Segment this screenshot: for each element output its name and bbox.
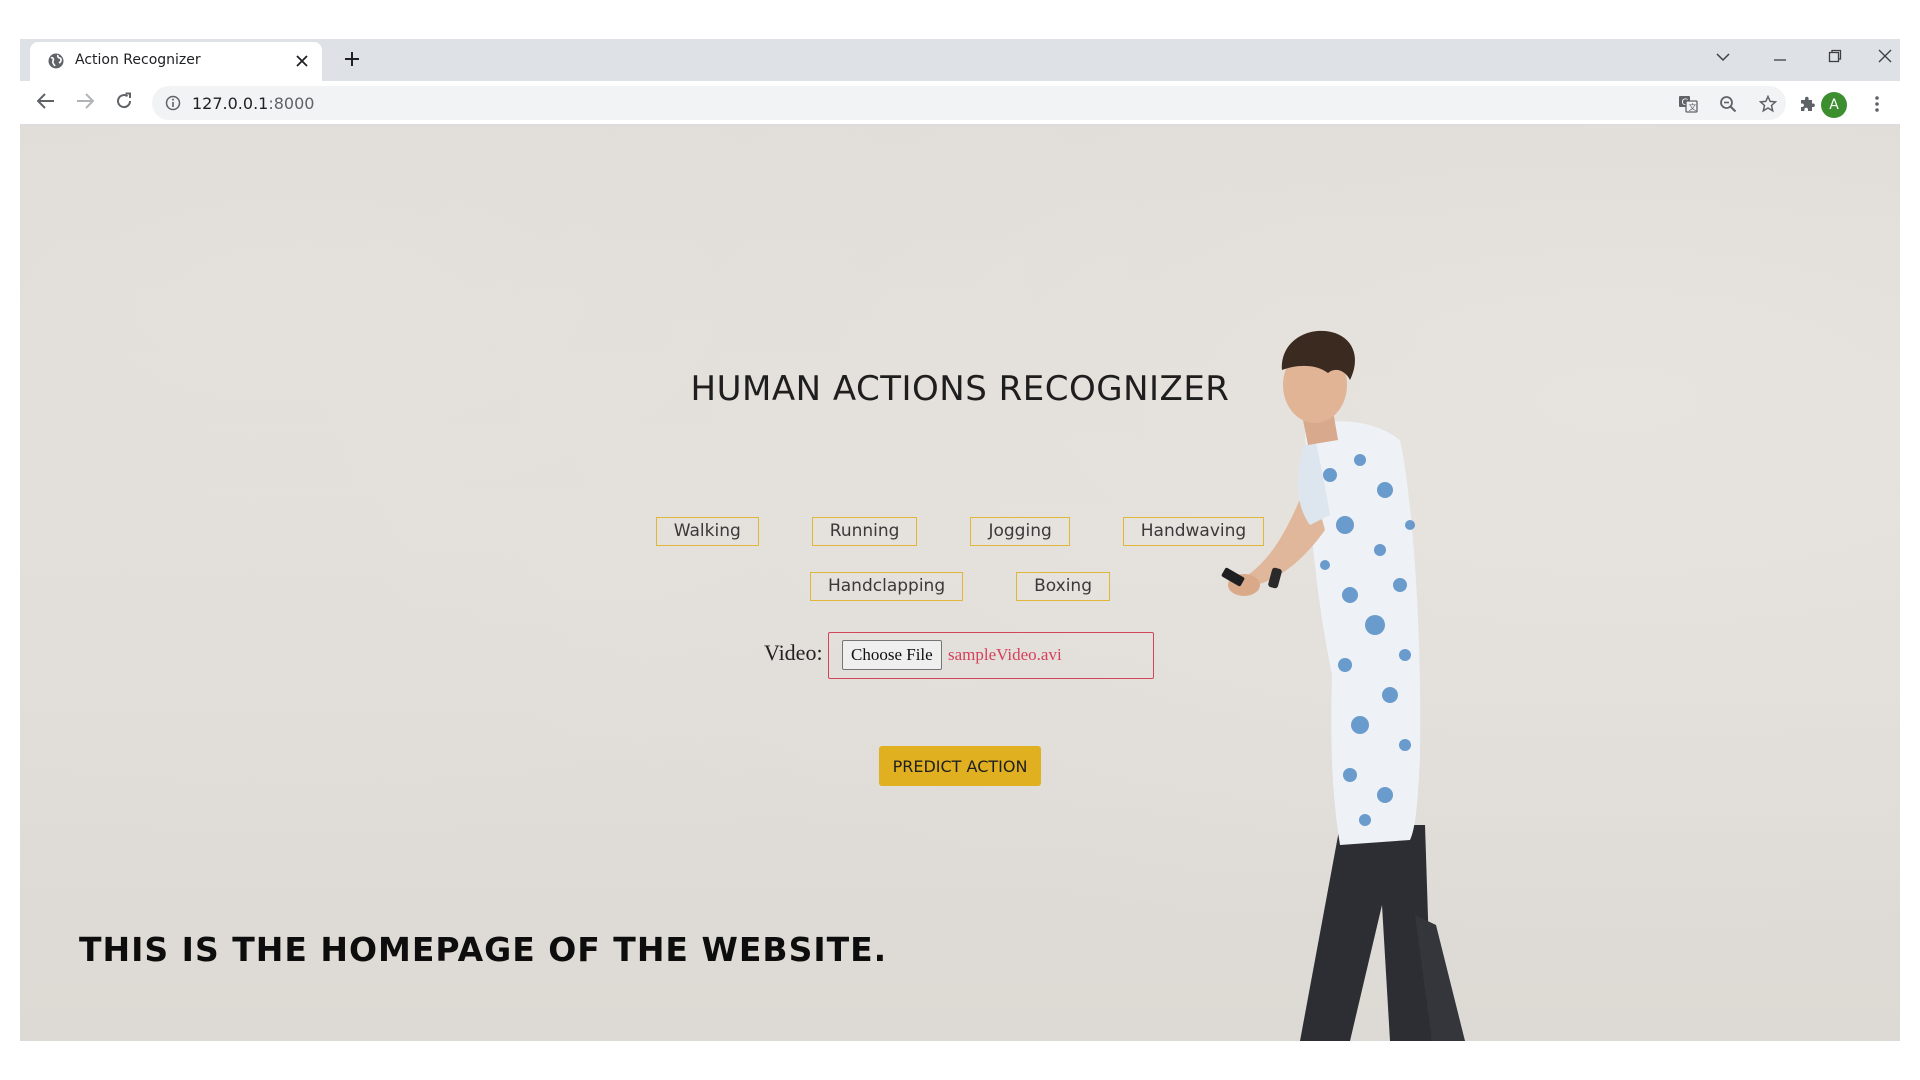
- svg-text:文: 文: [1689, 102, 1697, 112]
- action-chip-jogging: Jogging: [970, 517, 1070, 546]
- reload-icon: [115, 92, 133, 115]
- back-button[interactable]: [32, 89, 60, 117]
- video-label: Video:: [764, 640, 823, 665]
- star-icon[interactable]: [1757, 93, 1779, 115]
- video-file-input[interactable]: Choose File sampleVideo.avi: [828, 632, 1154, 679]
- reload-button[interactable]: [110, 89, 138, 117]
- close-icon: [1878, 49, 1892, 68]
- action-chip-running: Running: [811, 517, 918, 546]
- address-bar[interactable]: 127.0.0.1:8000 G 文: [152, 86, 1786, 120]
- chevron-down-icon: [1716, 49, 1730, 67]
- tab-search-button[interactable]: [1700, 43, 1746, 73]
- browser-toolbar: 127.0.0.1:8000 G 文 A: [20, 81, 1900, 125]
- action-chips-row-1: Walking Running Jogging Handwaving: [20, 517, 1900, 546]
- tab-title: Action Recognizer: [75, 52, 201, 68]
- background-person-image: [1221, 330, 1465, 1041]
- browser-window: Action Recognizer 127.0.0.1:8000 G 文 A H…: [20, 39, 1900, 1041]
- action-chip-walking: Walking: [655, 517, 759, 546]
- predict-action-button[interactable]: PREDICT ACTION: [879, 746, 1041, 786]
- tab-strip: Action Recognizer: [20, 39, 1900, 81]
- action-chip-handclapping: Handclapping: [809, 572, 964, 601]
- url-text[interactable]: 127.0.0.1:8000: [192, 94, 314, 113]
- page-viewport: HUMAN ACTIONS RECOGNIZER Walking Running…: [20, 125, 1900, 1041]
- page-caption: THIS IS THE HOMEPAGE OF THE WEBSITE.: [79, 930, 888, 969]
- globe-icon: [47, 52, 65, 70]
- page-title: HUMAN ACTIONS RECOGNIZER: [690, 369, 1230, 409]
- new-tab-button[interactable]: [338, 47, 366, 75]
- action-chip-boxing: Boxing: [1016, 572, 1110, 601]
- selected-file-name: sampleVideo.avi: [948, 645, 1062, 664]
- action-chip-handwaving: Handwaving: [1122, 517, 1265, 546]
- zoom-out-icon[interactable]: [1717, 93, 1739, 115]
- restore-icon: [1828, 49, 1842, 68]
- action-chips-row-2: Handclapping Boxing: [20, 572, 1900, 601]
- translate-icon[interactable]: G 文: [1677, 93, 1699, 115]
- close-window-button[interactable]: [1869, 43, 1900, 73]
- profile-avatar[interactable]: A: [1821, 92, 1847, 118]
- minimize-button[interactable]: [1757, 43, 1803, 73]
- puzzle-icon[interactable]: [1794, 91, 1820, 117]
- info-icon[interactable]: [165, 95, 181, 111]
- tab-action-recognizer[interactable]: Action Recognizer: [30, 42, 322, 81]
- forward-arrow-icon: [76, 92, 95, 114]
- forward-button[interactable]: [71, 89, 99, 117]
- choose-file-button[interactable]: Choose File: [842, 640, 942, 670]
- restore-button[interactable]: [1812, 43, 1858, 73]
- back-arrow-icon: [36, 92, 55, 114]
- url-host: 127.0.0.1: [192, 94, 269, 113]
- url-port: :8000: [268, 94, 315, 113]
- kebab-menu-icon[interactable]: [1864, 91, 1890, 117]
- plus-icon: [344, 51, 360, 72]
- minimize-icon: [1773, 49, 1787, 67]
- close-icon[interactable]: [292, 51, 312, 71]
